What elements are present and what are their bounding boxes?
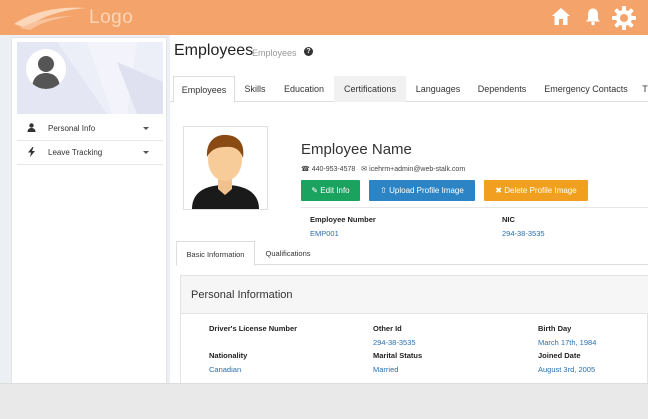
tab-education[interactable]: Education	[276, 76, 332, 102]
footer-strip	[0, 383, 648, 419]
tab-emergency-contacts[interactable]: Emergency Contacts	[536, 76, 636, 102]
tab-employees[interactable]: Employees	[173, 76, 235, 103]
envelope-icon: ✉	[361, 166, 368, 173]
edit-icon: ✎	[311, 186, 319, 195]
home-icon[interactable]	[551, 7, 571, 26]
page-subtitle: Employees	[252, 48, 297, 58]
gear-icon[interactable]	[612, 6, 636, 30]
personal-information-panel: Personal Information Driver's License Nu…	[180, 275, 648, 383]
tab-skills[interactable]: Skills	[236, 76, 274, 102]
top-bar: Logo	[0, 0, 648, 35]
tab-certifications[interactable]: Certifications	[334, 76, 406, 102]
sidebar-item-leave-tracking[interactable]: Leave Tracking	[17, 142, 163, 164]
user-silhouette-icon	[32, 56, 60, 89]
chevron-down-icon	[143, 127, 149, 130]
sidebar: Personal Info Leave Tracking	[11, 37, 167, 406]
chevron-down-icon	[143, 151, 149, 154]
other-id-value: 294-38-3535	[373, 338, 416, 347]
employee-phone: 440-953-4578	[311, 166, 356, 173]
profile-photo[interactable]	[183, 126, 268, 210]
birth-day-value: March 17th, 1984	[538, 338, 597, 347]
delete-profile-image-button[interactable]: ✖ Delete Profile Image	[484, 180, 588, 201]
tab-basic-information[interactable]: Basic Information	[176, 241, 255, 266]
sidebar-item-personal-info[interactable]: Personal Info	[17, 118, 163, 140]
marital-status-label: Marital Status	[373, 351, 423, 360]
bolt-icon	[28, 147, 35, 157]
employee-email[interactable]: icehrm+admin@web-stalk.com	[369, 166, 465, 173]
employee-avatar-image	[192, 134, 259, 209]
profile-banner	[17, 42, 163, 114]
divider	[301, 207, 648, 208]
logo-text[interactable]: Logo	[89, 7, 133, 29]
tab-bar: Employees Skills Education Certification…	[170, 76, 648, 103]
divider	[17, 140, 163, 141]
employee-number-label: Employee Number	[310, 215, 376, 224]
help-icon[interactable]: ?	[304, 47, 313, 56]
employee-number-value: EMP001	[310, 229, 339, 238]
contact-info: ☎ 440-953-4578 ✉ icehrm+admin@web-stalk.co…	[301, 165, 465, 173]
tab-dependents[interactable]: Dependents	[470, 76, 534, 102]
upload-icon: ⇧	[380, 186, 387, 195]
logo-swoosh-icon	[14, 7, 86, 30]
nic-label: NIC	[502, 215, 515, 224]
bell-icon[interactable]	[584, 7, 602, 26]
upload-profile-image-button[interactable]: ⇧ Upload Profile Image	[369, 180, 475, 201]
nationality-label: Nationality	[209, 351, 248, 360]
birth-day-label: Birth Day	[538, 324, 572, 333]
user-icon	[27, 123, 36, 132]
avatar[interactable]	[26, 49, 66, 89]
tab-languages[interactable]: Languages	[408, 76, 468, 102]
tab-overflow[interactable]: T	[638, 76, 648, 102]
panel-header: Personal Information	[181, 276, 648, 314]
page-title: Employees	[174, 42, 254, 59]
edit-info-button[interactable]: ✎ Edit Info	[301, 180, 360, 201]
main-panel: Employees Employees ? Employees Skills E…	[170, 35, 648, 383]
joined-date-value: August 3rd, 2005	[538, 365, 596, 374]
divider	[17, 164, 163, 165]
phone-icon: ☎	[301, 166, 310, 173]
subtab-bar: Basic Information Qualifications	[176, 241, 648, 266]
employee-name: Employee Name	[301, 141, 412, 158]
tab-qualifications[interactable]: Qualifications	[256, 241, 320, 265]
sidebar-item-label: Leave Tracking	[48, 148, 103, 157]
drivers-license-label: Driver's License Number	[209, 324, 298, 333]
close-icon: ✖	[495, 186, 502, 195]
other-id-label: Other Id	[373, 324, 402, 333]
nic-value: 294-38-3535	[502, 229, 545, 238]
sidebar-item-label: Personal Info	[48, 124, 96, 133]
marital-status-value: Married	[373, 365, 399, 374]
panel-title: Personal Information	[191, 289, 293, 301]
nationality-value: Canadian	[209, 365, 242, 374]
joined-date-label: Joined Date	[538, 351, 581, 360]
